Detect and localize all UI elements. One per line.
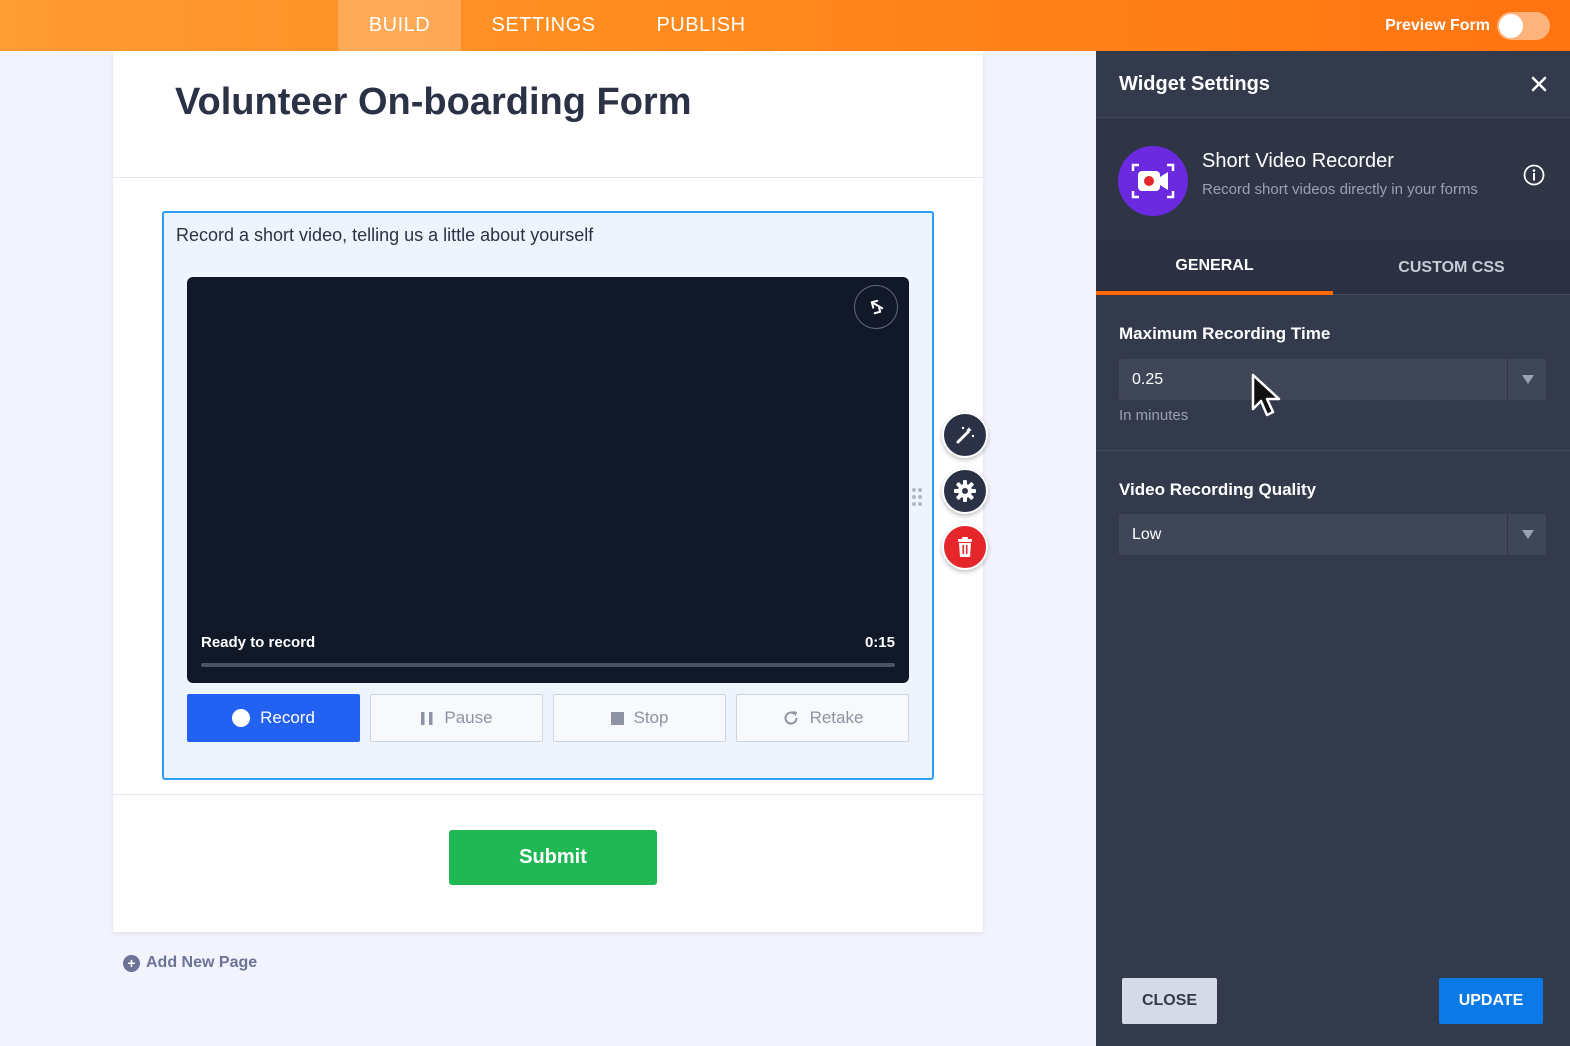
plus-circle-icon: + (123, 954, 140, 972)
video-preview: Ready to record 0:15 (187, 277, 909, 683)
video-quality-select[interactable]: Low (1119, 514, 1546, 555)
select-divider (1507, 514, 1508, 555)
info-icon[interactable] (1523, 164, 1545, 186)
recording-progress-bar (201, 663, 895, 667)
stop-button-label: Stop (633, 708, 669, 727)
widget-settings-button[interactable] (942, 468, 988, 514)
recording-status: Ready to record (201, 634, 316, 651)
divider (113, 177, 983, 178)
close-icon (1531, 76, 1547, 92)
tab-settings[interactable]: SETTINGS (477, 0, 610, 51)
widget-name: Short Video Recorder (1202, 150, 1394, 172)
retake-icon (782, 709, 800, 727)
record-button[interactable]: Record (187, 694, 360, 742)
record-button-label: Record (260, 708, 315, 727)
add-new-page-label: Add New Page (146, 954, 258, 971)
max-recording-time-help: In minutes (1119, 407, 1189, 424)
select-value: 0.25 (1132, 370, 1164, 388)
preview-form-label: Preview Form (1385, 16, 1490, 34)
close-panel-button[interactable] (1526, 71, 1552, 97)
top-navigation-bar: BUILD SETTINGS PUBLISH Preview Form (0, 0, 1570, 51)
stop-button[interactable]: Stop (553, 694, 726, 742)
drag-handle[interactable] (911, 487, 923, 507)
tab-publish[interactable]: PUBLISH (640, 0, 762, 51)
toggle-knob (1499, 14, 1523, 38)
delete-widget-button[interactable] (942, 524, 988, 570)
max-recording-time-select[interactable]: 0.25 (1119, 359, 1546, 400)
pause-button-label: Pause (444, 708, 493, 727)
widget-question-label: Record a short video, telling us a littl… (176, 225, 594, 245)
form-title[interactable]: Volunteer On-boarding Form (175, 81, 692, 124)
stop-icon (610, 711, 624, 725)
update-button[interactable]: UPDATE (1439, 978, 1543, 1024)
video-quality-label: Video Recording Quality (1119, 480, 1317, 499)
chevron-down-icon (1522, 530, 1534, 539)
retake-button-label: Retake (809, 708, 864, 727)
drag-handle-icon (912, 488, 922, 506)
magic-wand-icon (956, 426, 975, 444)
recording-time: 0:15 (864, 634, 895, 651)
submit-button[interactable]: Submit (449, 830, 657, 885)
divider (1096, 450, 1570, 451)
swap-camera-icon (870, 299, 884, 315)
retake-button[interactable]: Retake (736, 694, 909, 742)
add-new-page-link[interactable]: + Add New Page (123, 954, 257, 972)
tab-build[interactable]: BUILD (338, 0, 461, 51)
tab-custom-css[interactable]: CUSTOM CSS (1333, 240, 1570, 295)
trash-icon (958, 537, 972, 557)
swap-camera-button[interactable] (854, 285, 898, 329)
tab-general[interactable]: GENERAL (1096, 240, 1333, 295)
pause-button[interactable]: Pause (370, 694, 543, 742)
video-recorder-widget[interactable]: Record a short video, telling us a littl… (162, 211, 934, 780)
widget-settings-panel: Widget Settings Short Video Recorder Rec… (1096, 51, 1570, 1046)
settings-tabs: GENERAL CUSTOM CSS (1096, 240, 1570, 295)
preview-form-toggle[interactable] (1497, 12, 1550, 40)
chevron-down-icon (1522, 375, 1534, 384)
divider (113, 794, 983, 795)
video-recorder-logo-icon (1118, 146, 1188, 216)
pause-icon (420, 711, 434, 726)
select-divider (1507, 359, 1508, 400)
record-icon (232, 709, 251, 727)
close-button[interactable]: CLOSE (1122, 978, 1217, 1024)
form-card: Volunteer On-boarding Form Record a shor… (113, 51, 983, 932)
panel-title: Widget Settings (1119, 73, 1270, 95)
select-value: Low (1132, 525, 1162, 543)
gear-icon (954, 480, 976, 502)
widget-description: Record short videos directly in your for… (1202, 181, 1478, 198)
max-recording-time-label: Maximum Recording Time (1119, 324, 1331, 343)
magic-wand-button[interactable] (942, 412, 988, 458)
widget-info-header: Short Video Recorder Record short videos… (1096, 118, 1570, 240)
